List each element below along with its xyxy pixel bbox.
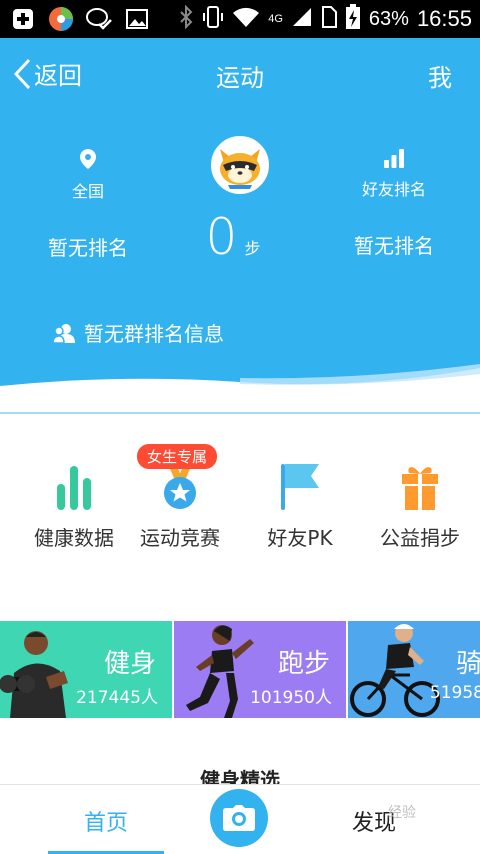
signal-icon	[291, 6, 313, 32]
hero-header: 返回 运动 我 全国 暂无排名 0 步 好友排名 暂无排名 暂无群排名信息	[0, 38, 480, 398]
ranking-bars-icon	[384, 149, 404, 168]
national-rank-label: 全国	[71, 182, 104, 201]
bluetooth-icon	[178, 4, 194, 33]
divider	[0, 412, 480, 414]
image-icon	[124, 6, 150, 32]
gift-icon	[402, 467, 438, 510]
title-bar: 返回 运动 我	[0, 38, 480, 114]
card-cycling-title: 骑	[455, 649, 480, 679]
friend-pk-button[interactable]: 好友PK	[240, 460, 360, 551]
sports-competition-label: 运动竞赛	[140, 526, 220, 550]
wechat-check-icon	[86, 6, 112, 32]
card-cycling[interactable]: 骑 51958	[348, 621, 480, 718]
step-count: 0	[205, 208, 238, 266]
raccoon-avatar-icon	[214, 139, 266, 191]
card-fitness[interactable]: 健身 217445人	[0, 621, 172, 718]
chevron-left-icon	[13, 58, 31, 89]
add-notification-icon	[10, 6, 36, 32]
vibrate-icon	[202, 5, 224, 33]
charity-steps-button[interactable]: 公益捐步	[360, 460, 480, 551]
app-store-icon	[48, 6, 74, 32]
location-pin-icon	[80, 149, 96, 169]
friend-rank-label: 好友排名	[361, 180, 426, 199]
women-only-badge: 女生专属	[137, 444, 218, 469]
friend-rank[interactable]: 好友排名 暂无排名	[336, 148, 452, 259]
status-right-icons: 4G 63% 16:55	[178, 4, 472, 34]
battery-icon	[345, 4, 361, 34]
card-fitness-title: 健身	[103, 649, 156, 679]
battery-percentage: 63%	[368, 7, 409, 30]
avatar[interactable]	[211, 136, 269, 194]
status-bar: 4G 63% 16:55	[0, 0, 480, 38]
sports-competition-button[interactable]: 运动竞赛	[120, 460, 240, 551]
me-button[interactable]: 我	[428, 58, 452, 93]
card-running-count: 101950人	[250, 688, 332, 708]
camera-button[interactable]	[210, 789, 268, 847]
friend-rank-value: 暂无排名	[354, 234, 434, 258]
watermark: 经验	[388, 805, 416, 821]
sim-card-icon	[321, 6, 337, 32]
health-data-label: 健康数据	[34, 526, 114, 550]
camera-icon	[223, 805, 255, 831]
bar-chart-icon	[57, 466, 91, 510]
health-data-button[interactable]: 健康数据	[14, 460, 134, 551]
network-type-label: 4G	[268, 12, 283, 25]
feature-row: 健康数据 运动竞赛 女生专属 好友PK 公益捐步	[0, 440, 480, 550]
step-unit: 步	[244, 239, 261, 258]
friend-pk-label: 好友PK	[267, 526, 333, 550]
tab-home[interactable]: 首页	[84, 805, 128, 837]
card-running[interactable]: 跑步 101950人	[174, 621, 346, 718]
card-running-title: 跑步	[277, 649, 330, 679]
charity-steps-label: 公益捐步	[380, 526, 460, 550]
activity-cards: 健身 217445人 跑步 101950人 骑 51958	[0, 621, 480, 718]
clock: 16:55	[416, 6, 472, 31]
back-label: 返回	[34, 62, 82, 90]
cyclist-image	[350, 624, 440, 717]
card-cycling-count: 51958	[429, 683, 480, 703]
back-button[interactable]: 返回	[12, 56, 82, 91]
wifi-icon	[232, 6, 260, 32]
flag-icon	[281, 464, 319, 510]
wave-decoration	[0, 364, 480, 398]
status-left-icons	[10, 6, 150, 32]
medal-icon	[164, 464, 196, 509]
card-fitness-count: 217445人	[76, 688, 158, 708]
